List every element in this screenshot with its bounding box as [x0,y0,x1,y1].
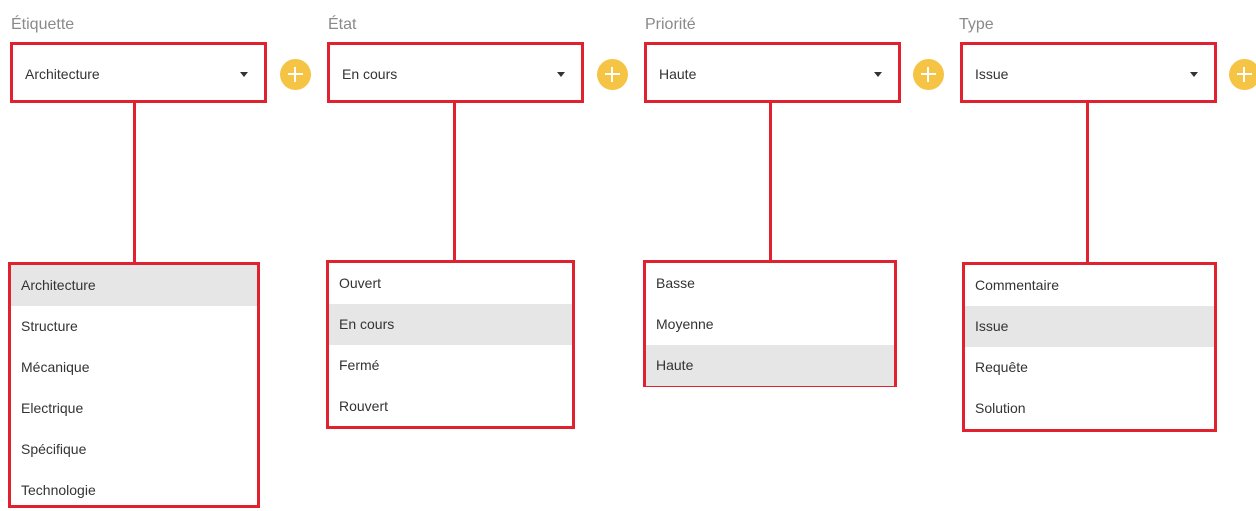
select-type[interactable]: Issue [960,42,1217,103]
select-etiquette-value: Architecture [25,66,100,82]
select-type-value: Issue [975,66,1009,82]
option-basse[interactable]: Basse [646,263,894,304]
options-priorite: Basse Moyenne Haute [643,260,897,387]
options-etat: Ouvert En cours Fermé Rouvert [326,260,575,429]
option-specifique[interactable]: Spécifique [11,429,257,470]
add-type-button[interactable] [1229,59,1256,90]
option-architecture[interactable]: Architecture [11,265,257,306]
select-etiquette[interactable]: Architecture [10,42,267,103]
option-structure[interactable]: Structure [11,306,257,347]
connector-etiquette [133,103,136,262]
option-rouvert[interactable]: Rouvert [329,386,572,427]
caret-down-icon [557,72,565,77]
connector-priorite [769,103,772,260]
option-ferme[interactable]: Fermé [329,345,572,386]
caret-down-icon [1190,72,1198,77]
add-priorite-button[interactable] [913,59,944,90]
option-technologie[interactable]: Technologie [11,470,257,511]
select-etat-value: En cours [342,66,398,82]
select-priorite[interactable]: Haute [644,42,901,103]
add-etiquette-button[interactable] [280,59,311,90]
label-type: Type [959,16,994,33]
label-etiquette: Étiquette [11,16,75,33]
options-type: Commentaire Issue Requête Solution [962,262,1217,432]
option-requete[interactable]: Requête [965,347,1214,388]
connector-etat [453,103,456,260]
option-ouvert[interactable]: Ouvert [329,263,572,304]
option-en-cours[interactable]: En cours [329,304,572,345]
option-issue[interactable]: Issue [965,306,1214,347]
caret-down-icon [240,72,248,77]
select-priorite-value: Haute [659,66,697,82]
add-etat-button[interactable] [597,59,628,90]
option-moyenne[interactable]: Moyenne [646,304,894,345]
label-priorite: Priorité [645,16,696,33]
connector-type [1086,103,1089,262]
option-mecanique[interactable]: Mécanique [11,347,257,388]
label-etat: État [328,16,357,33]
option-solution[interactable]: Solution [965,388,1214,429]
options-etiquette: Architecture Structure Mécanique Electri… [8,262,260,508]
option-commentaire[interactable]: Commentaire [965,265,1214,306]
select-etat[interactable]: En cours [327,42,584,103]
option-electrique[interactable]: Electrique [11,388,257,429]
caret-down-icon [874,72,882,77]
option-haute[interactable]: Haute [646,345,894,386]
